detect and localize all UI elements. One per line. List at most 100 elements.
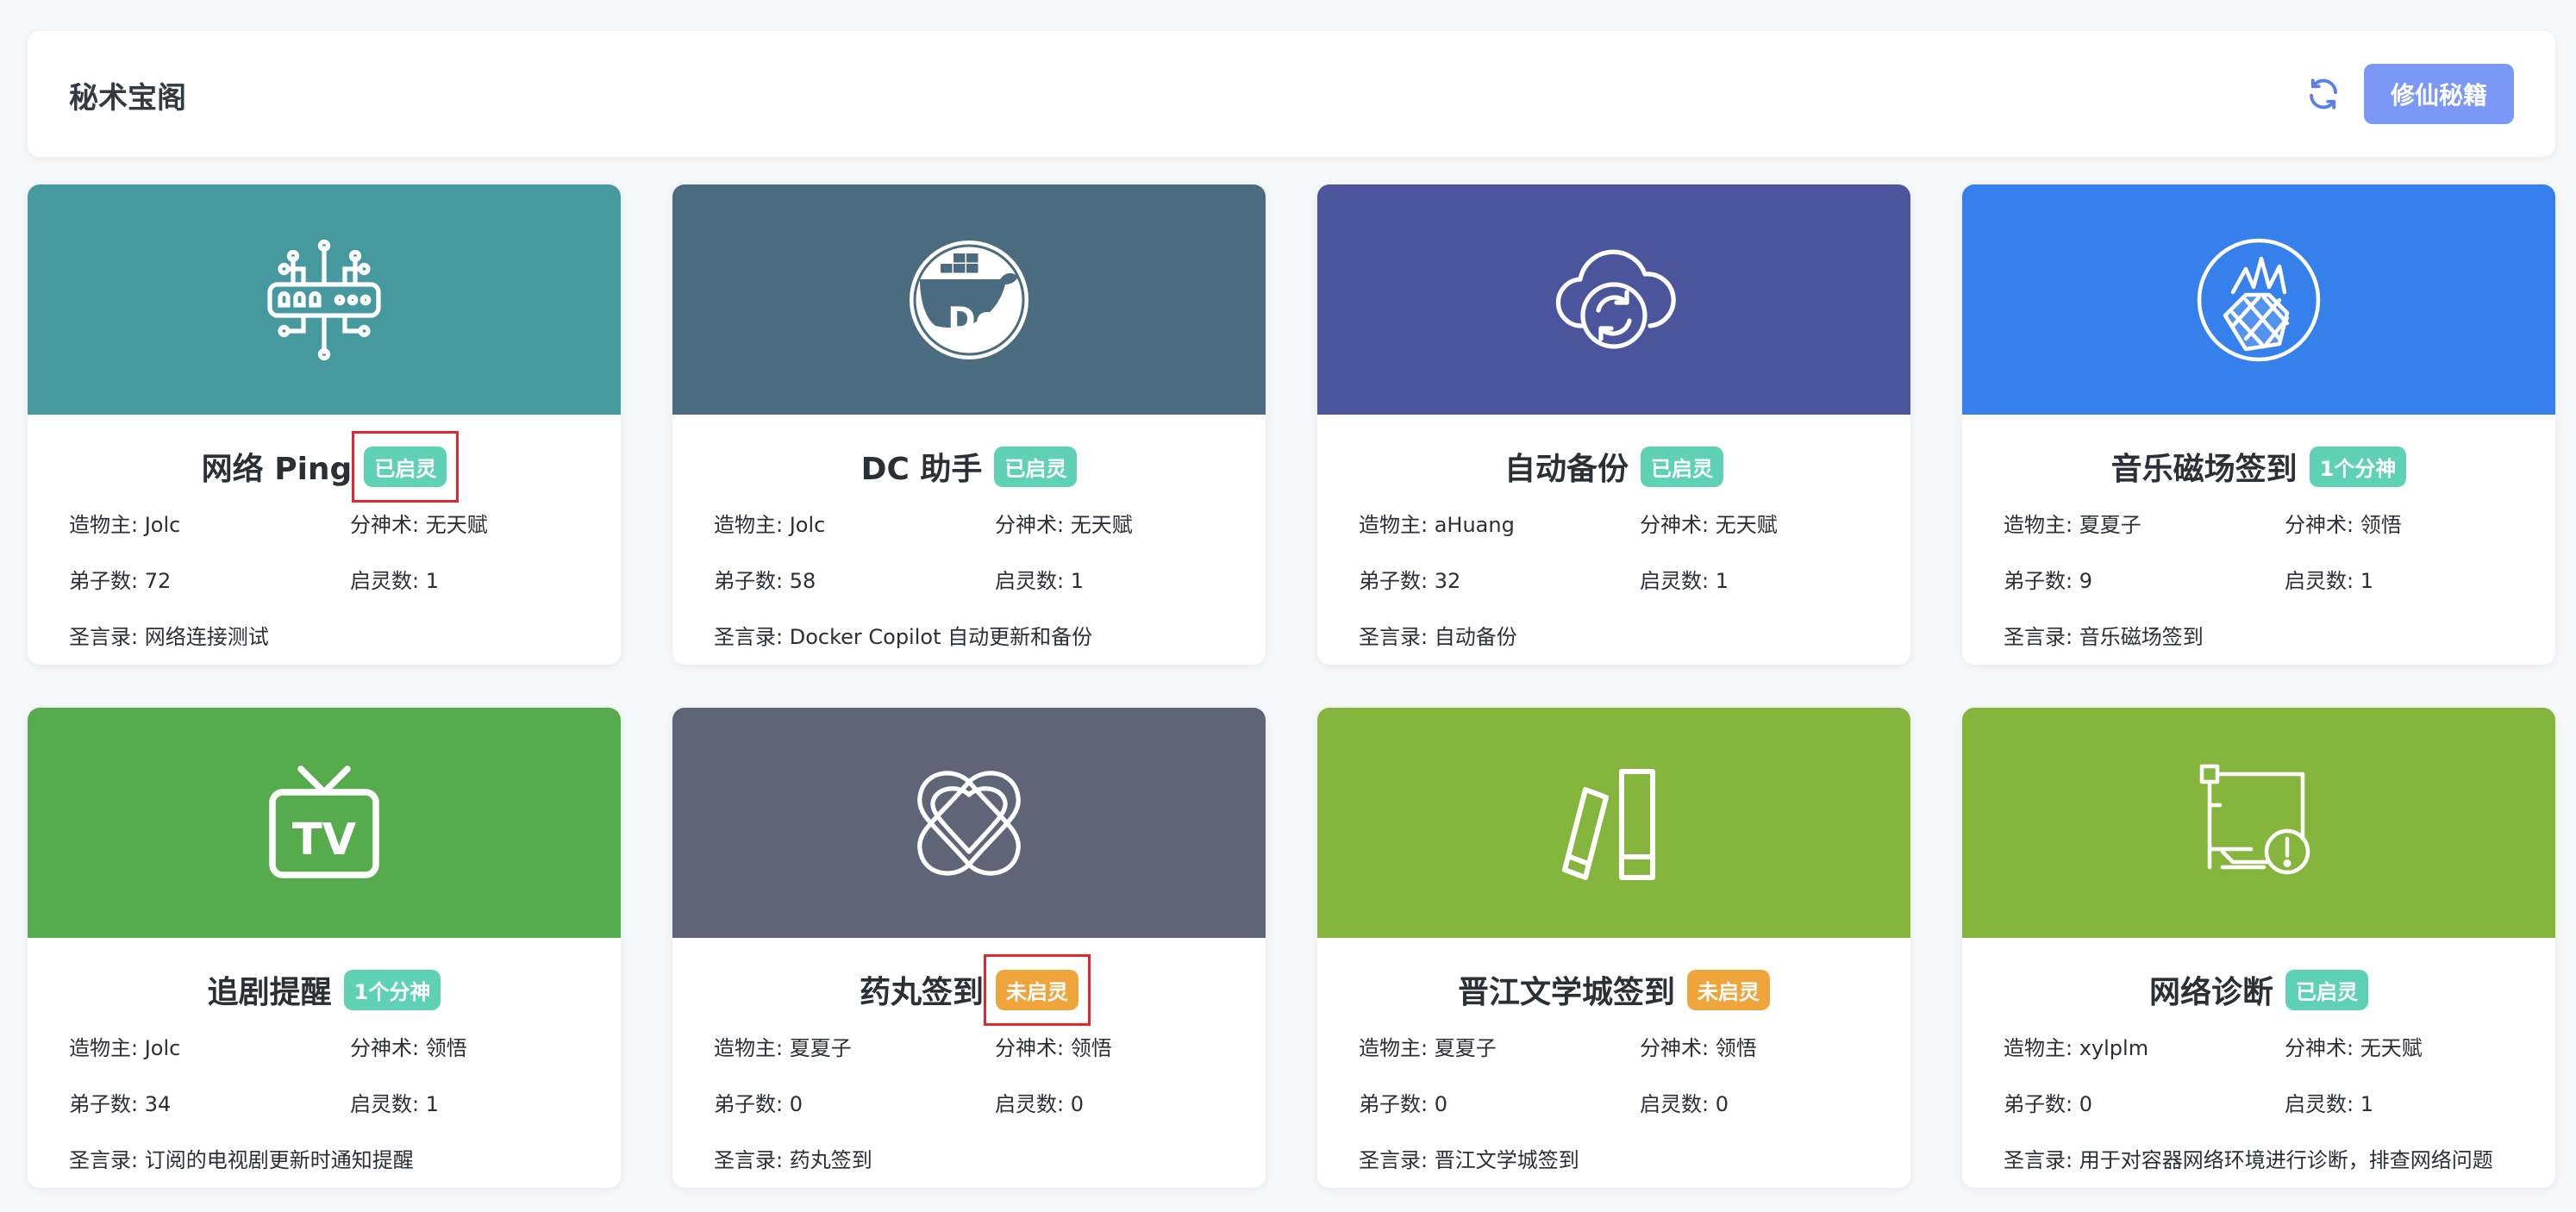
status-badge: 1个分神 — [2309, 446, 2407, 487]
description-label: 圣言录: — [2004, 625, 2079, 649]
card-meta: 造物主: Jolc 分神术: 无天赋 弟子数: 58 启灵数: 1 圣言录: D… — [714, 508, 1266, 650]
status-badge: 已启灵 — [994, 446, 1078, 487]
category-field: 分神术: 无天赋 — [350, 508, 609, 538]
plugin-grid: 网络 Ping 已启灵 造物主: Jolc 分神术: 无天赋 弟子数: 72 启… — [28, 184, 2555, 1188]
description-label: 圣言录: — [69, 1148, 145, 1172]
plugin-card[interactable]: DC 助手 已启灵 造物主: Jolc 分神术: 无天赋 弟子数: 58 启灵数… — [672, 184, 1266, 665]
description-field: 圣言录: 订阅的电视剧更新时通知提醒 — [69, 1143, 609, 1173]
card-banner — [28, 708, 621, 938]
category-field: 分神术: 领悟 — [995, 1031, 1254, 1061]
author-field: 造物主: 夏夏子 — [714, 1031, 995, 1061]
description-value: 网络连接测试 — [144, 625, 269, 649]
card-title: 自动备份 — [1504, 452, 1629, 487]
docker-whale-icon — [904, 235, 1034, 365]
status-badge: 1个分神 — [343, 969, 441, 1010]
enabled-value: 0 — [1070, 1092, 1084, 1116]
disciples-field: 弟子数: 32 — [1359, 564, 1640, 594]
description-value: 用于对容器网络环境进行诊断，排查网络问题 — [2079, 1148, 2493, 1172]
card-banner — [672, 184, 1266, 415]
category-field: 分神术: 领悟 — [350, 1031, 609, 1061]
description-field: 圣言录: 网络连接测试 — [69, 620, 609, 650]
card-title: 网络诊断 — [2148, 975, 2273, 1010]
category-value: 无天赋 — [425, 513, 488, 537]
author-label: 造物主: — [2004, 1036, 2079, 1060]
author-field: 造物主: xylplm — [2004, 1031, 2285, 1061]
description-value: 药丸签到 — [789, 1148, 872, 1172]
disciples-field: 弟子数: 0 — [2004, 1087, 2285, 1117]
disciples-value: 0 — [2079, 1092, 2092, 1116]
author-value: Jolc — [144, 1036, 181, 1060]
disciples-field: 弟子数: 0 — [1359, 1087, 1640, 1117]
plugin-card[interactable]: 音乐磁场签到 1个分神 造物主: 夏夏子 分神术: 领悟 弟子数: 9 启灵数:… — [1962, 184, 2555, 665]
description-field: 圣言录: Docker Copilot 自动更新和备份 — [714, 620, 1254, 650]
enabled-field: 启灵数: 1 — [350, 1087, 609, 1117]
description-value: Docker Copilot 自动更新和备份 — [789, 625, 1093, 649]
plugin-card[interactable]: 晋江文学城签到 未启灵 造物主: 夏夏子 分神术: 领悟 弟子数: 0 启灵数:… — [1317, 708, 1910, 1188]
author-value: Jolc — [789, 513, 826, 537]
category-value: 领悟 — [1715, 1036, 1757, 1060]
category-field: 分神术: 无天赋 — [2285, 1031, 2543, 1061]
plugin-card[interactable]: 药丸签到 未启灵 造物主: 夏夏子 分神术: 领悟 弟子数: 0 启灵数: 0 … — [672, 708, 1266, 1188]
refresh-button[interactable] — [2295, 66, 2352, 122]
status-badge: 已启灵 — [2285, 969, 2368, 1010]
author-field: 造物主: 夏夏子 — [1359, 1031, 1640, 1061]
refresh-icon — [2310, 78, 2337, 109]
description-value: 音乐磁场签到 — [2079, 625, 2204, 649]
author-value: 夏夏子 — [789, 1036, 852, 1060]
card-banner — [1317, 184, 1910, 415]
disciples-value: 32 — [1434, 569, 1461, 593]
enabled-field: 启灵数: 1 — [2285, 564, 2543, 594]
disciples-label: 弟子数: — [714, 1092, 790, 1116]
author-label: 造物主: — [714, 513, 790, 537]
category-value: 无天赋 — [1715, 513, 1778, 537]
category-field: 分神术: 领悟 — [1640, 1031, 1898, 1061]
category-value: 无天赋 — [1070, 513, 1133, 537]
plugin-card[interactable]: 网络 Ping 已启灵 造物主: Jolc 分神术: 无天赋 弟子数: 72 启… — [28, 184, 621, 665]
enabled-field: 启灵数: 0 — [1640, 1087, 1898, 1117]
card-title: 音乐磁场签到 — [2110, 452, 2298, 487]
plugin-card[interactable]: 自动备份 已启灵 造物主: aHuang 分神术: 无天赋 弟子数: 32 启灵… — [1317, 184, 1910, 665]
author-label: 造物主: — [69, 1036, 145, 1060]
card-meta: 造物主: Jolc 分神术: 无天赋 弟子数: 72 启灵数: 1 圣言录: 网… — [69, 508, 621, 650]
description-label: 圣言录: — [714, 1148, 790, 1172]
author-label: 造物主: — [1359, 1036, 1435, 1060]
plugin-card[interactable]: 网络诊断 已启灵 造物主: xylplm 分神术: 无天赋 弟子数: 0 启灵数… — [1962, 708, 2555, 1188]
disciples-field: 弟子数: 0 — [714, 1087, 995, 1117]
category-label: 分神术: — [1640, 513, 1716, 537]
card-banner — [1317, 708, 1910, 938]
enabled-label: 启灵数: — [350, 1092, 426, 1116]
card-meta: 造物主: 夏夏子 分神术: 领悟 弟子数: 0 启灵数: 0 圣言录: 晋江文学… — [1359, 1031, 1910, 1173]
disciples-label: 弟子数: — [1359, 1092, 1435, 1116]
cultivation-guide-button[interactable]: 修仙秘籍 — [2364, 64, 2514, 124]
author-value: 夏夏子 — [1434, 1036, 1497, 1060]
enabled-value: 1 — [425, 569, 439, 593]
category-label: 分神术: — [995, 1036, 1071, 1060]
card-title-row: 晋江文学城签到 未启灵 — [1317, 965, 1910, 1014]
pineapple-icon — [2194, 235, 2323, 365]
card-title-row: 自动备份 已启灵 — [1317, 442, 1910, 490]
card-title-row: 网络 Ping 已启灵 — [28, 430, 621, 503]
disciples-value: 0 — [1434, 1092, 1447, 1116]
description-label: 圣言录: — [714, 625, 790, 649]
description-field: 圣言录: 音乐磁场签到 — [2004, 620, 2543, 650]
disciples-label: 弟子数: — [2004, 569, 2079, 593]
enabled-label: 启灵数: — [2285, 569, 2360, 593]
author-field: 造物主: Jolc — [69, 508, 350, 538]
card-title-row: DC 助手 已启灵 — [672, 442, 1266, 490]
plugin-card[interactable]: 追剧提醒 1个分神 造物主: Jolc 分神术: 领悟 弟子数: 34 启灵数:… — [28, 708, 621, 1188]
category-value: 无天赋 — [2360, 1036, 2423, 1060]
description-label: 圣言录: — [2004, 1148, 2079, 1172]
author-field: 造物主: aHuang — [1359, 508, 1640, 538]
card-banner — [1962, 708, 2555, 938]
disciples-field: 弟子数: 9 — [2004, 564, 2285, 594]
author-label: 造物主: — [69, 513, 145, 537]
disciples-label: 弟子数: — [69, 1092, 145, 1116]
category-label: 分神术: — [2285, 1036, 2360, 1060]
enabled-field: 启灵数: 1 — [2285, 1087, 2543, 1117]
description-value: 订阅的电视剧更新时通知提醒 — [144, 1148, 414, 1172]
card-title: 网络 Ping — [201, 452, 353, 487]
category-field: 分神术: 无天赋 — [1640, 508, 1898, 538]
enabled-label: 启灵数: — [1640, 1092, 1716, 1116]
card-title: 晋江文学城签到 — [1457, 975, 1675, 1010]
category-label: 分神术: — [350, 1036, 426, 1060]
